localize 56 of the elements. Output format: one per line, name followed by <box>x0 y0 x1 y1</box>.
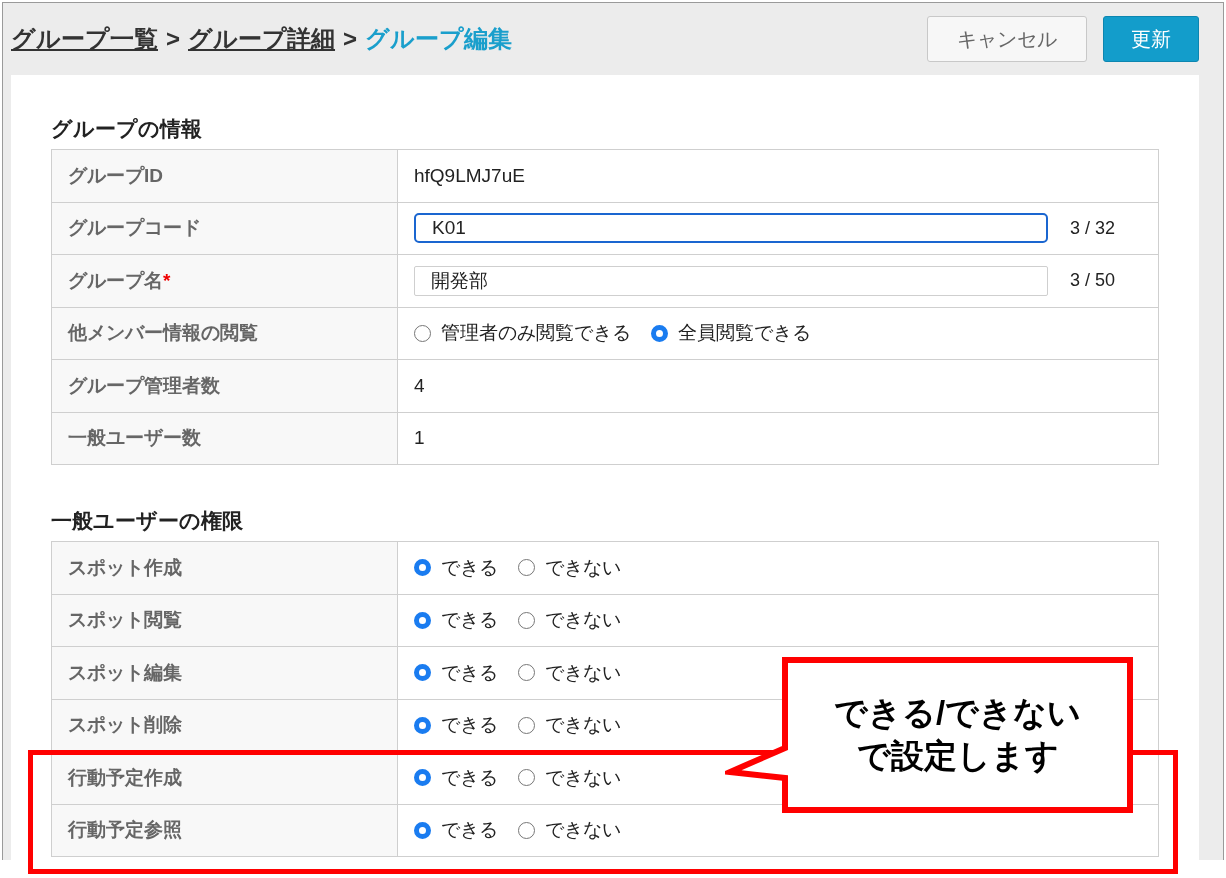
radio-option[interactable]: できない <box>518 764 621 791</box>
radio-icon[interactable] <box>414 821 431 839</box>
radio-icon[interactable] <box>518 664 535 682</box>
radio-icon[interactable] <box>414 664 431 682</box>
radio-icon[interactable] <box>518 611 535 629</box>
cancel-button[interactable]: キャンセル <box>927 16 1087 62</box>
radio-option[interactable]: できない <box>518 607 621 634</box>
radio-icon[interactable] <box>414 611 431 629</box>
row-label: グループ管理者数 <box>52 360 398 412</box>
input-field[interactable]: K01 <box>414 213 1048 244</box>
radio-option[interactable]: できない <box>518 659 621 686</box>
breadcrumb-link[interactable]: グループ一覧 <box>11 23 158 55</box>
row-value: 1 <box>414 427 425 450</box>
radio-icon[interactable] <box>414 769 431 787</box>
radio-icon[interactable] <box>414 716 431 734</box>
radio-option[interactable]: 全員閲覧できる <box>651 320 811 347</box>
section-title: グループの情報 <box>51 116 203 142</box>
radio-icon[interactable] <box>414 324 431 342</box>
breadcrumb-current: グループ編集 <box>365 24 513 54</box>
radio-option[interactable]: できる <box>414 659 498 686</box>
row-label: スポット作成 <box>52 542 398 594</box>
radio-option[interactable]: できる <box>414 607 498 634</box>
callout-text: できる/できない で設定します <box>832 693 1083 776</box>
radio-icon[interactable] <box>651 324 668 342</box>
row-label: 行動予定作成 <box>52 752 398 804</box>
row-label: 一般ユーザー数 <box>52 412 398 464</box>
row-label: グループコード <box>52 202 398 254</box>
breadcrumb-separator: > <box>343 25 358 53</box>
radio-option[interactable]: できない <box>518 817 621 844</box>
radio-icon[interactable] <box>518 716 535 734</box>
row-label: 行動予定参照 <box>52 804 398 856</box>
radio-icon[interactable] <box>414 559 431 577</box>
radio-option[interactable]: できる <box>414 554 498 581</box>
radio-option[interactable]: できる <box>414 817 498 844</box>
section-title: 一般ユーザーの権限 <box>51 508 244 534</box>
row-value: hfQ9LMJ7uE <box>414 164 525 187</box>
radio-option[interactable]: できる <box>414 764 498 791</box>
char-counter: 3 / 50 <box>1070 270 1116 292</box>
row-label: グループ名* <box>52 255 398 307</box>
radio-option[interactable]: できない <box>518 554 621 581</box>
radio-option[interactable]: できない <box>518 712 621 739</box>
row-label: スポット閲覧 <box>52 594 398 646</box>
char-counter: 3 / 32 <box>1070 217 1116 239</box>
radio-option[interactable]: 管理者のみ閲覧できる <box>414 320 631 347</box>
breadcrumb-link[interactable]: グループ詳細 <box>188 23 335 55</box>
row-label: 他メンバー情報の閲覧 <box>52 307 398 359</box>
row-label: スポット編集 <box>52 647 398 699</box>
radio-icon[interactable] <box>518 769 535 787</box>
input-field[interactable]: 開発部 <box>414 265 1048 296</box>
row-label: グループID <box>52 150 398 202</box>
row-label: スポット削除 <box>52 699 398 751</box>
radio-option[interactable]: できる <box>414 712 498 739</box>
radio-icon[interactable] <box>518 821 535 839</box>
breadcrumb-separator: > <box>166 25 180 53</box>
radio-icon[interactable] <box>518 559 535 577</box>
row-value: 4 <box>414 374 425 397</box>
